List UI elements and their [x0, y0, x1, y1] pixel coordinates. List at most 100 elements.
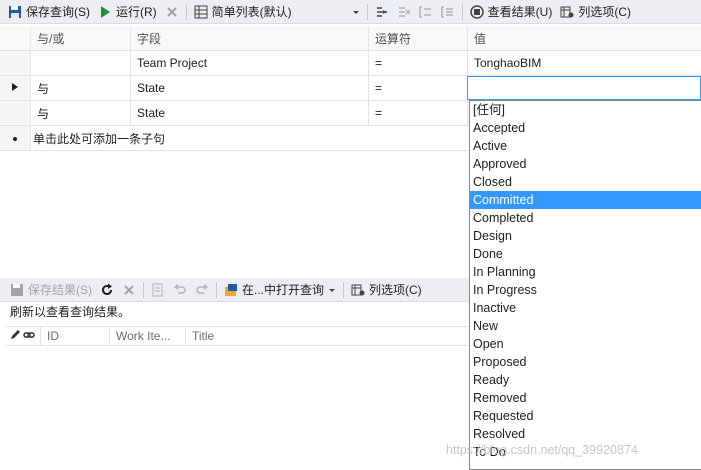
add-clause-label[interactable]: 单击此处可添加一条子句: [31, 126, 165, 150]
dropdown-option[interactable]: New: [470, 317, 701, 335]
redo-icon: [195, 283, 209, 297]
group-clauses-button[interactable]: [415, 1, 437, 23]
undo-button[interactable]: [169, 279, 191, 301]
operator-cell[interactable]: =: [369, 51, 468, 75]
dropdown-option[interactable]: In Progress: [470, 281, 701, 299]
new-row-bullet-icon: [12, 131, 18, 145]
row-selector[interactable]: [0, 51, 31, 75]
stop-results-button[interactable]: [118, 279, 140, 301]
column-options-button[interactable]: 列选项(C): [556, 1, 635, 23]
dropdown-arrow-icon: [352, 5, 360, 19]
ungroup-clauses-button[interactable]: [437, 1, 459, 23]
view-mode-dropdown[interactable]: 简单列表(默认): [190, 1, 364, 23]
dropdown-option[interactable]: Design: [470, 227, 701, 245]
insert-clause-icon: [375, 5, 389, 19]
save-query-label: 保存查询(S): [26, 5, 90, 19]
query-toolbar: 保存查询(S) 运行(R) 简单列表(默认) 查看结果(U) 列选项(C): [0, 0, 701, 24]
dropdown-option[interactable]: Approved: [470, 155, 701, 173]
dropdown-option[interactable]: Committed: [470, 191, 701, 209]
results-column-header[interactable]: ID: [41, 327, 110, 345]
value-dropdown-list[interactable]: [任何] Accepted Active Approved Closed Committe…: [469, 100, 701, 470]
dropdown-option[interactable]: Accepted: [470, 119, 701, 137]
dropdown-option[interactable]: [任何]: [470, 101, 701, 119]
column-header-and-or[interactable]: 与/或: [31, 26, 131, 50]
view-results-button[interactable]: 查看结果(U): [466, 1, 557, 23]
column-options-icon: [560, 5, 574, 19]
delete-clause-icon: [397, 5, 411, 19]
run-label: 运行(R): [116, 5, 157, 19]
save-query-button[interactable]: 保存查询(S): [0, 1, 94, 23]
insert-clause-button[interactable]: [371, 1, 393, 23]
delete-clause-button[interactable]: [393, 1, 415, 23]
redo-button[interactable]: [191, 279, 213, 301]
value-input[interactable]: [467, 76, 701, 100]
value-cell[interactable]: TonghaoBIM: [468, 51, 701, 75]
results-column-options-button[interactable]: 列选项(C): [347, 279, 426, 301]
field-cell[interactable]: Team Project: [131, 51, 369, 75]
view-results-icon: [469, 4, 484, 19]
dropdown-option[interactable]: Removed: [470, 389, 701, 407]
dropdown-option[interactable]: Ready: [470, 371, 701, 389]
field-cell[interactable]: State: [131, 76, 369, 100]
dropdown-option[interactable]: Open: [470, 335, 701, 353]
dropdown-option[interactable]: To Do: [470, 443, 701, 461]
open-in-icon: [224, 283, 238, 297]
column-options-label: 列选项(C): [578, 5, 632, 19]
results-column-options-label: 列选项(C): [369, 283, 422, 297]
field-cell[interactable]: State: [131, 101, 369, 125]
column-header-field[interactable]: 字段: [131, 26, 369, 50]
toolbar-separator: [143, 281, 144, 298]
dropdown-option[interactable]: Active: [470, 137, 701, 155]
pencil-icon: [9, 329, 21, 344]
ungroup-clauses-icon: [440, 5, 455, 19]
open-in-label: 在...中打开查询: [242, 283, 325, 297]
results-column-header[interactable]: Work Ite...: [110, 327, 186, 345]
open-in-button[interactable]: 在...中打开查询: [220, 279, 340, 301]
column-header-operator[interactable]: 运算符: [369, 26, 468, 50]
operator-cell[interactable]: =: [369, 101, 468, 125]
operator-cell[interactable]: =: [369, 76, 468, 100]
refresh-button[interactable]: [96, 279, 118, 301]
add-clause-row[interactable]: 单击此处可添加一条子句: [0, 126, 469, 151]
row-selector[interactable]: [0, 101, 31, 125]
current-row-arrow-icon: [11, 81, 19, 95]
and-or-cell[interactable]: 与: [31, 101, 131, 125]
toolbar-separator: [366, 3, 368, 20]
dropdown-option[interactable]: Requested: [470, 407, 701, 425]
dropdown-option[interactable]: Inactive: [470, 299, 701, 317]
stop-button[interactable]: [161, 1, 183, 23]
run-button[interactable]: 运行(R): [94, 1, 161, 23]
toolbar-separator: [185, 3, 187, 20]
and-or-cell[interactable]: [31, 51, 131, 75]
row-selector[interactable]: [0, 76, 31, 100]
dropdown-option[interactable]: Done: [470, 245, 701, 263]
grid-header-row: 与/或 字段 运算符 值: [0, 26, 701, 51]
refresh-icon: [100, 283, 114, 297]
dropdown-option[interactable]: Completed: [470, 209, 701, 227]
and-or-cell[interactable]: 与: [31, 76, 131, 100]
dropdown-option[interactable]: Resolved: [470, 425, 701, 443]
column-header-value[interactable]: 值: [468, 26, 701, 50]
new-linked-item-icon: [151, 283, 165, 297]
results-edit-link-header: [6, 327, 41, 345]
play-icon: [98, 5, 112, 19]
clause-row[interactable]: Team Project = TonghaoBIM: [0, 51, 701, 76]
close-icon: [122, 283, 136, 297]
link-button[interactable]: [147, 279, 169, 301]
save-results-label: 保存结果(S): [28, 283, 92, 297]
results-toolbar: 保存结果(S) 在...中打开查询 列选项(C): [0, 278, 469, 302]
results-status-text: 刷新以查看查询结果。: [10, 305, 131, 319]
floppy-disk-icon: [10, 283, 24, 297]
save-results-button[interactable]: 保存结果(S): [0, 279, 96, 301]
dropdown-option[interactable]: In Planning: [470, 263, 701, 281]
toolbar-separator: [343, 281, 345, 298]
results-column-header[interactable]: Title: [186, 327, 469, 345]
dropdown-arrow-icon: [328, 283, 336, 297]
results-grid-header: ID Work Ite... Title: [6, 326, 469, 346]
view-results-label: 查看结果(U): [487, 5, 553, 19]
floppy-disk-icon: [8, 5, 22, 19]
dropdown-option[interactable]: Closed: [470, 173, 701, 191]
row-selector-header: [0, 26, 31, 50]
link-icon: [23, 329, 35, 344]
dropdown-option[interactable]: Proposed: [470, 353, 701, 371]
